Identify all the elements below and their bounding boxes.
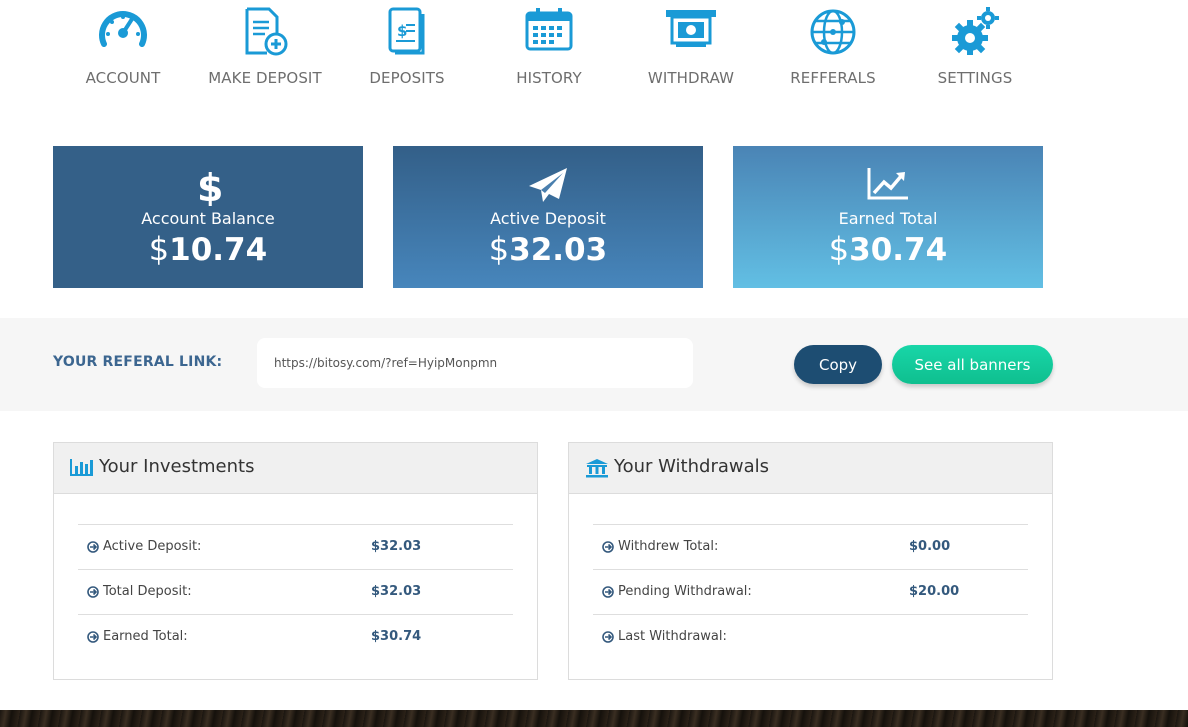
list-item: Total Deposit: $32.03 (78, 569, 513, 614)
earned-total-value: $30.74 (733, 230, 1043, 268)
investments-panel-header: Your Investments (54, 443, 537, 494)
cash-dispenser-icon (666, 10, 716, 47)
withdrawals-title: Your Withdrawals (614, 456, 770, 477)
nav-refferals-label: REFFERALS (790, 69, 876, 87)
row-label: Last Withdrawal: (618, 629, 727, 644)
withdrawals-panel-header: Your Withdrawals (569, 443, 1052, 494)
currency-symbol: $ (148, 230, 170, 268)
active-deposit-title: Active Deposit (490, 209, 606, 228)
paper-plane-icon (529, 168, 567, 202)
svg-text:$: $ (397, 22, 407, 40)
earned-total-card: Earned Total $30.74 (733, 146, 1043, 288)
nav-make-deposit[interactable]: MAKE DEPOSIT (194, 0, 336, 100)
row-label: Pending Withdrawal: (618, 584, 752, 599)
row-value: $32.03 (371, 539, 422, 554)
active-deposit-card: Active Deposit $32.03 (393, 146, 703, 288)
account-balance-value: $10.74 (53, 230, 363, 268)
list-item: Earned Total: $30.74 (78, 614, 513, 659)
investments-list: Active Deposit: $32.03 Total Deposit: $3… (78, 524, 513, 659)
earned-total-title: Earned Total (838, 209, 938, 228)
withdrawals-panel: Your Withdrawals Withdrew Total: $0.00 P… (568, 442, 1053, 680)
arrow-circle-right-icon (602, 631, 614, 643)
withdrawals-list: Withdrew Total: $0.00 Pending Withdrawal… (593, 524, 1028, 659)
arrow-circle-right-icon (602, 586, 614, 598)
gears-icon (952, 7, 999, 55)
account-balance-title: Account Balance (141, 209, 275, 228)
nav-refferals[interactable]: REFFERALS (762, 0, 904, 100)
row-label: Earned Total: (103, 629, 188, 644)
footer-background-image (0, 710, 1188, 727)
referral-link-input[interactable] (257, 338, 693, 388)
calendar-icon (525, 8, 573, 51)
nav-deposits[interactable]: $ DEPOSITS (336, 0, 478, 100)
nav-account[interactable]: ACCOUNT (52, 0, 194, 100)
list-item: Last Withdrawal: (593, 614, 1028, 659)
row-value: $0.00 (909, 539, 951, 554)
row-value: $30.74 (371, 629, 422, 644)
currency-symbol: $ (828, 230, 850, 268)
nav-account-label: ACCOUNT (85, 69, 161, 87)
list-item: Pending Withdrawal: $20.00 (593, 569, 1028, 614)
bar-chart-icon (70, 459, 93, 476)
arrow-circle-right-icon (87, 541, 99, 553)
row-label: Withdrew Total: (618, 539, 719, 554)
nav-withdraw[interactable]: WITHDRAW (620, 0, 762, 100)
document-add-icon (245, 7, 288, 56)
row-value: $32.03 (371, 584, 422, 599)
nav-make-deposit-label: MAKE DEPOSIT (208, 69, 322, 87)
referral-section: YOUR REFERAL LINK: Copy See all banners (0, 318, 1188, 411)
amount: 30.74 (849, 232, 948, 268)
nav-settings[interactable]: SETTINGS (904, 0, 1046, 100)
copy-button[interactable]: Copy (794, 345, 882, 384)
account-balance-card: $ Account Balance $10.74 (53, 146, 363, 288)
nav-withdraw-label: WITHDRAW (647, 69, 735, 87)
row-label: Total Deposit: (103, 584, 192, 599)
row-value: $20.00 (909, 584, 960, 599)
row-label: Active Deposit: (103, 539, 202, 554)
dollar-document-icon: $ (388, 7, 425, 55)
investments-title: Your Investments (99, 456, 255, 477)
amount: 10.74 (169, 232, 268, 268)
nav-history[interactable]: HISTORY (478, 0, 620, 100)
nav-history-label: HISTORY (516, 69, 582, 87)
trend-chart-icon (867, 168, 908, 200)
see-all-banners-button[interactable]: See all banners (892, 345, 1053, 384)
investments-panel: Your Investments Active Deposit: $32.03 … (53, 442, 538, 680)
referral-label: YOUR REFERAL LINK: (53, 354, 223, 370)
active-deposit-value: $32.03 (393, 230, 703, 268)
currency-symbol: $ (488, 230, 510, 268)
nav-deposits-label: DEPOSITS (369, 69, 445, 87)
list-item: Active Deposit: $32.03 (78, 524, 513, 569)
nav-settings-label: SETTINGS (937, 69, 1013, 87)
bank-icon (586, 459, 608, 478)
arrow-circle-right-icon (87, 586, 99, 598)
amount: 32.03 (509, 232, 608, 268)
arrow-circle-right-icon (87, 631, 99, 643)
speedometer-icon (99, 11, 147, 47)
svg-text:$: $ (197, 166, 221, 206)
list-item: Withdrew Total: $0.00 (593, 524, 1028, 569)
globe-icon (810, 9, 856, 55)
arrow-circle-right-icon (602, 541, 614, 553)
dollar-icon: $ (197, 166, 221, 206)
